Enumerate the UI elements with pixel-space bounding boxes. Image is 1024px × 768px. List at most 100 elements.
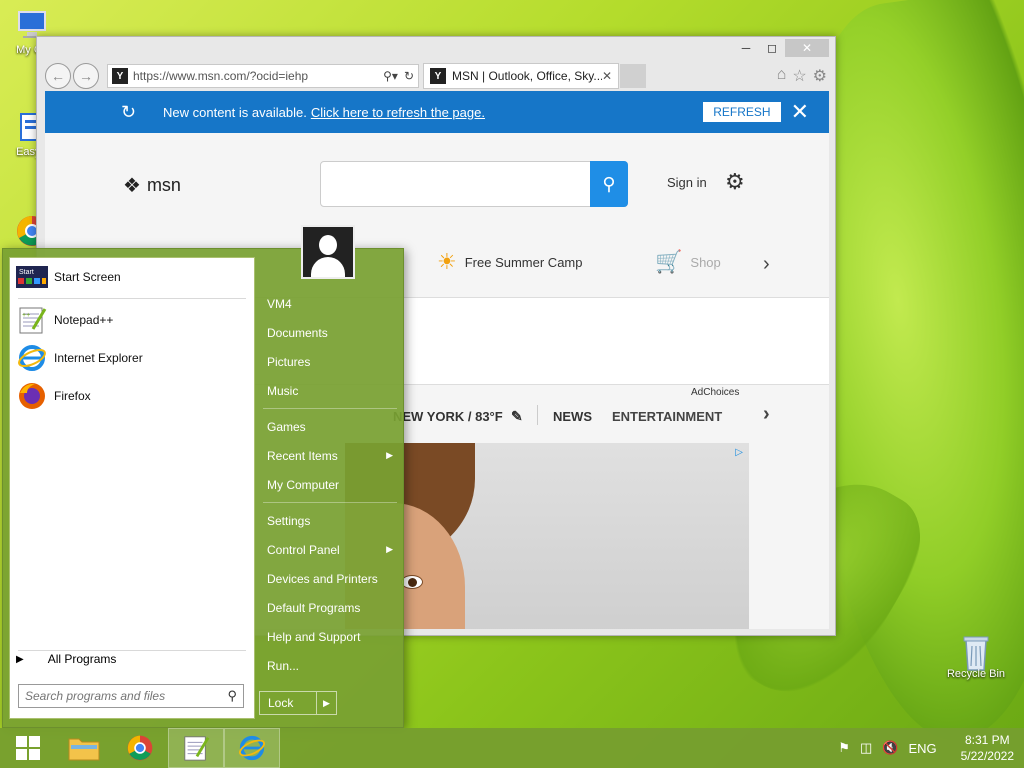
lock-options-arrow-icon[interactable]: ▶ bbox=[316, 692, 336, 714]
notification-close-icon[interactable]: ✕ bbox=[791, 101, 809, 123]
address-text[interactable]: https://www.msn.com/?ocid=iehp bbox=[133, 69, 377, 83]
start-item-control-panel[interactable]: Control Panel ▶ bbox=[259, 535, 401, 564]
start-item-settings[interactable]: Settings bbox=[259, 506, 401, 535]
msn-logo[interactable]: ❖ msn bbox=[123, 173, 181, 198]
start-search-input[interactable] bbox=[25, 689, 228, 703]
user-avatar-head bbox=[319, 235, 337, 255]
start-menu-programs-pane: Start Start Screen ++ Notepad++ Internet… bbox=[9, 257, 255, 719]
program-internet-explorer[interactable]: Internet Explorer bbox=[10, 339, 254, 377]
notepad-plus-plus-icon bbox=[184, 736, 210, 761]
start-menu-places-pane: VM4 Documents Pictures Music Games Recen… bbox=[259, 289, 401, 680]
start-item-games[interactable]: Games bbox=[259, 412, 401, 441]
action-center-flag-icon[interactable]: ⚑ bbox=[838, 740, 850, 756]
triangle-right-icon: ▶ bbox=[16, 653, 24, 665]
taskbar-file-explorer[interactable] bbox=[56, 728, 112, 768]
start-item-help-support[interactable]: Help and Support bbox=[259, 622, 401, 651]
maximize-button[interactable]: ◻ bbox=[759, 39, 785, 57]
system-tray: ⚑ ◫ 🔇 ENG 8:31 PM 5/22/2022 bbox=[838, 728, 1014, 768]
start-item-documents[interactable]: Documents bbox=[259, 318, 401, 347]
msn-logo-text: msn bbox=[146, 175, 181, 195]
window-controls: ─ ◻ ✕ bbox=[733, 39, 829, 57]
all-programs-button[interactable]: ▶ All Programs bbox=[16, 652, 116, 666]
ad-choices-label[interactable]: AdChoices bbox=[691, 387, 739, 398]
ad-info-icon[interactable]: ▷ bbox=[735, 447, 743, 458]
places-divider bbox=[263, 502, 397, 503]
submenu-arrow-icon: ▶ bbox=[386, 544, 393, 554]
nav-news[interactable]: NEWS bbox=[553, 409, 592, 424]
start-item-default-programs[interactable]: Default Programs bbox=[259, 593, 401, 622]
chrome-icon bbox=[127, 735, 153, 761]
internet-explorer-icon bbox=[238, 735, 266, 761]
language-indicator[interactable]: ENG bbox=[908, 741, 936, 756]
sun-icon: ☀ bbox=[437, 249, 457, 274]
hero-ad-image[interactable]: ▷ bbox=[345, 443, 749, 629]
quick-link-summer-camp[interactable]: ☀ Free Summer Camp bbox=[437, 249, 582, 275]
recycle-bin-icon bbox=[959, 632, 993, 671]
start-item-recent-items[interactable]: Recent Items ▶ bbox=[259, 441, 401, 470]
submenu-arrow-icon: ▶ bbox=[386, 450, 393, 460]
desktop-icon-recycle-bin[interactable]: Recycle Bin bbox=[944, 632, 1008, 680]
new-tab-button[interactable] bbox=[620, 64, 646, 88]
taskbar-chrome[interactable] bbox=[112, 728, 168, 768]
navigation-bar: ← → Y https://www.msn.com/?ocid=iehp ⚲▾ … bbox=[45, 61, 827, 91]
quick-link-shop[interactable]: 🛒 Shop bbox=[655, 249, 721, 275]
start-search-box[interactable]: ⚲ bbox=[18, 684, 244, 708]
settings-gear-icon[interactable]: ⚙ bbox=[813, 66, 827, 86]
start-button[interactable] bbox=[0, 728, 56, 768]
notification-message: New content is available. bbox=[163, 104, 307, 120]
edit-pencil-icon[interactable]: ✎ bbox=[511, 408, 523, 425]
close-button[interactable]: ✕ bbox=[785, 39, 829, 57]
start-item-music[interactable]: Music bbox=[259, 376, 401, 405]
msn-header: ❖ msn ⚲ Sign in ⚙ bbox=[45, 133, 829, 237]
taskbar-internet-explorer[interactable] bbox=[224, 728, 280, 768]
msn-search-input[interactable]: ⚲ bbox=[320, 161, 628, 207]
home-icon[interactable]: ⌂ bbox=[777, 66, 787, 86]
address-bar[interactable]: Y https://www.msn.com/?ocid=iehp ⚲▾ ↻ bbox=[107, 64, 419, 88]
taskbar: ⚑ ◫ 🔇 ENG 8:31 PM 5/22/2022 bbox=[0, 728, 1024, 768]
refresh-icon[interactable]: ↻ bbox=[404, 69, 414, 83]
start-item-pictures[interactable]: Pictures bbox=[259, 347, 401, 376]
folder-icon bbox=[68, 738, 100, 761]
internet-explorer-icon bbox=[16, 342, 48, 374]
msn-settings-gear-icon[interactable]: ⚙ bbox=[725, 169, 745, 195]
favorites-star-icon[interactable]: ☆ bbox=[792, 66, 806, 86]
program-label: Start Screen bbox=[54, 270, 121, 284]
nav-entertainment[interactable]: ENTERTAINMENT bbox=[612, 409, 722, 424]
lock-button[interactable]: Lock ▶ bbox=[259, 691, 337, 715]
program-firefox[interactable]: Firefox bbox=[10, 377, 254, 415]
notepad-plus-plus-icon: ++ bbox=[16, 304, 48, 336]
windows-logo-icon bbox=[16, 736, 40, 760]
search-icon[interactable]: ⚲ bbox=[227, 688, 237, 704]
browser-tab-msn[interactable]: Y MSN | Outlook, Office, Sky... ✕ bbox=[423, 63, 619, 89]
back-button[interactable]: ← bbox=[45, 63, 71, 89]
msn-favicon-icon: Y bbox=[112, 68, 128, 84]
clock[interactable]: 8:31 PM 5/22/2022 bbox=[961, 732, 1014, 764]
weather-label[interactable]: NEW YORK / 83°F bbox=[393, 409, 503, 424]
msn-search-button[interactable]: ⚲ bbox=[590, 161, 628, 207]
start-item-run[interactable]: Run... bbox=[259, 651, 401, 680]
forward-button[interactable]: → bbox=[73, 63, 99, 89]
network-icon[interactable]: ◫ bbox=[860, 740, 872, 756]
clock-date: 5/22/2022 bbox=[960, 749, 1014, 763]
program-notepad-plus-plus[interactable]: ++ Notepad++ bbox=[10, 301, 254, 339]
user-avatar-body bbox=[311, 257, 345, 277]
refresh-button[interactable]: REFRESH bbox=[703, 102, 781, 122]
back-arrow-icon: ← bbox=[51, 68, 65, 84]
chevron-right-icon[interactable]: › bbox=[763, 253, 770, 276]
start-item-vm4[interactable]: VM4 bbox=[259, 289, 401, 318]
lock-label: Lock bbox=[268, 696, 294, 710]
chevron-right-icon[interactable]: › bbox=[763, 403, 770, 426]
volume-muted-icon[interactable]: 🔇 bbox=[882, 740, 898, 756]
program-start-screen[interactable]: Start Start Screen bbox=[10, 258, 254, 296]
start-item-devices-printers[interactable]: Devices and Printers bbox=[259, 564, 401, 593]
minimize-button[interactable]: ─ bbox=[733, 39, 759, 57]
tab-close-icon[interactable]: ✕ bbox=[602, 69, 612, 83]
start-item-my-computer[interactable]: My Computer bbox=[259, 470, 401, 499]
sign-in-link[interactable]: Sign in bbox=[667, 175, 707, 190]
start-item-label: Recent Items bbox=[267, 448, 338, 463]
taskbar-notepad-plus-plus[interactable] bbox=[168, 728, 224, 768]
search-icon[interactable]: ⚲▾ bbox=[383, 69, 398, 83]
refresh-link[interactable]: Click here to refresh the page. bbox=[311, 105, 485, 120]
hero-image-eye bbox=[401, 575, 423, 589]
user-avatar[interactable] bbox=[301, 225, 355, 279]
